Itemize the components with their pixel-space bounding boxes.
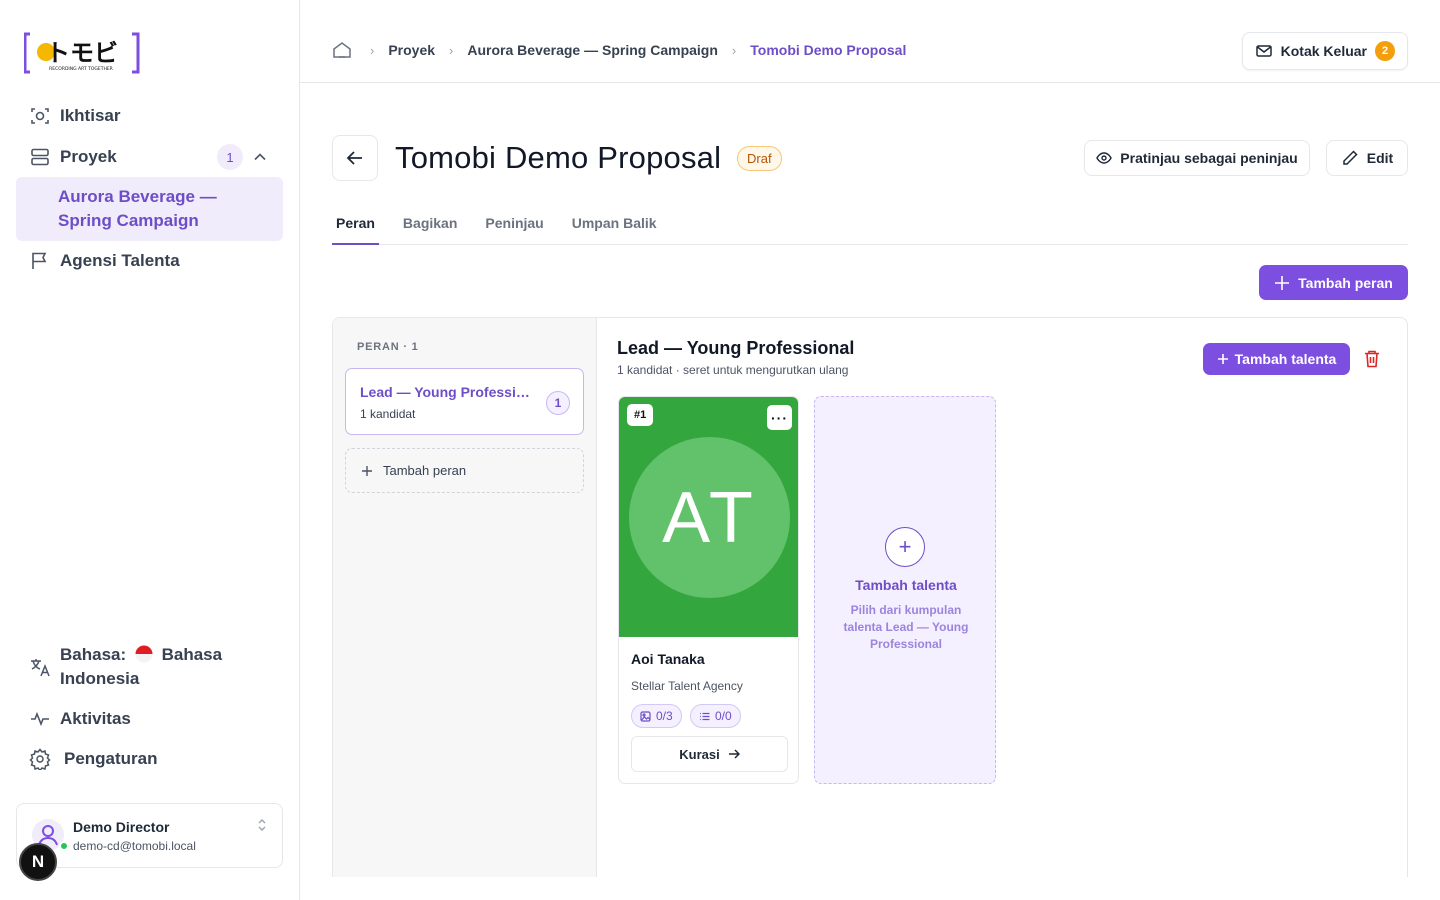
roles-header: PERAN · 1 bbox=[357, 341, 419, 353]
add-talent-button[interactable]: Tambah talenta bbox=[1203, 343, 1350, 375]
tab-feedback[interactable]: Umpan Balik bbox=[568, 213, 661, 245]
projects-count-badge: 1 bbox=[217, 144, 243, 170]
breadcrumb-current: Tomobi Demo Proposal bbox=[750, 42, 907, 58]
status-badge: Draf bbox=[737, 146, 782, 171]
add-talent-card-description: Pilih dari kumpulan talenta Lead — Young… bbox=[843, 603, 969, 651]
items-count: 0/0 bbox=[715, 709, 732, 723]
pencil-icon bbox=[1343, 150, 1358, 165]
role-count-badge: 1 bbox=[546, 391, 570, 415]
preview-as-reviewer-button[interactable]: Pratinjau sebagai peninjau bbox=[1084, 140, 1310, 176]
home-icon[interactable] bbox=[332, 40, 352, 60]
photos-count-chip: 0/3 bbox=[631, 704, 682, 728]
sidebar-subitem-active-project[interactable]: Aurora Beverage — Spring Campaign bbox=[16, 177, 283, 241]
edit-button[interactable]: Edit bbox=[1326, 140, 1408, 176]
sidebar-item-projects[interactable]: Proyek 1 bbox=[16, 144, 283, 170]
sidebar-item-label: Aktivitas bbox=[60, 709, 131, 728]
logo-text: トモビ bbox=[46, 39, 118, 67]
user-name: Demo Director bbox=[73, 819, 170, 835]
add-talent-label: Tambah talenta bbox=[1234, 351, 1337, 367]
sidebar: トモビ RECORDING ART TOGETHER Ikhtisar Proy… bbox=[0, 0, 300, 900]
online-status-dot bbox=[59, 841, 69, 851]
role-title: Lead — Young Professional bbox=[617, 338, 855, 358]
tab-share[interactable]: Bagikan bbox=[399, 213, 461, 245]
talent-initials-avatar: AT bbox=[629, 437, 790, 598]
breadcrumb-separator: › bbox=[731, 42, 737, 58]
sidebar-item-label: Proyek bbox=[60, 147, 117, 166]
chevron-up-icon[interactable] bbox=[253, 150, 267, 164]
add-talent-card-title: Tambah talenta bbox=[855, 577, 957, 593]
gear-icon bbox=[28, 747, 52, 771]
breadcrumb-separator: › bbox=[370, 42, 375, 58]
talent-name: Aoi Tanaka bbox=[631, 651, 705, 667]
language-prefix: Bahasa: bbox=[60, 645, 127, 664]
add-role-inline-button[interactable]: Tambah peran bbox=[345, 448, 584, 493]
activity-icon bbox=[28, 707, 52, 731]
curate-label: Kurasi bbox=[679, 746, 720, 762]
plus-icon bbox=[362, 465, 372, 476]
back-button[interactable] bbox=[332, 135, 378, 181]
talent-card[interactable]: AT #1 ··· Aoi Tanaka Stellar Talent Agen… bbox=[618, 396, 799, 784]
talent-photo: AT #1 ··· bbox=[619, 397, 798, 637]
role-subtitle: 1 kandidat · seret untuk mengurutkan ula… bbox=[617, 363, 849, 377]
plus-icon bbox=[1275, 275, 1290, 290]
arrow-left-icon bbox=[346, 151, 362, 165]
plus-circle-icon: + bbox=[885, 527, 925, 567]
add-role-button[interactable]: Tambah peran bbox=[1259, 265, 1408, 300]
eye-icon bbox=[1096, 152, 1113, 164]
trash-icon[interactable] bbox=[1363, 349, 1381, 369]
tab-bar: Peran Bagikan Peninjau Umpan Balik bbox=[332, 213, 1408, 245]
roles-list: PERAN · 1 Lead — Young Professional 1 ka… bbox=[333, 318, 597, 877]
translate-icon bbox=[28, 655, 52, 679]
sidebar-item-label: Agensi Talenta bbox=[60, 251, 180, 270]
projects-icon bbox=[28, 145, 52, 169]
tomobi-logo[interactable]: トモビ RECORDING ART TOGETHER bbox=[23, 32, 140, 74]
page-title: Tomobi Demo Proposal bbox=[395, 140, 722, 175]
roles-panel: PERAN · 1 Lead — Young Professional 1 ka… bbox=[332, 317, 1408, 877]
preview-label: Pratinjau sebagai peninjau bbox=[1120, 150, 1298, 166]
plus-icon bbox=[1217, 354, 1228, 364]
breadcrumb: › Proyek › Aurora Beverage — Spring Camp… bbox=[332, 40, 906, 60]
add-talent-card[interactable]: + Tambah talenta Pilih dari kumpulan tal… bbox=[814, 396, 996, 784]
next-dev-badge[interactable]: N bbox=[19, 843, 57, 881]
indonesia-flag-icon bbox=[135, 645, 153, 663]
top-bar: › Proyek › Aurora Beverage — Spring Camp… bbox=[300, 0, 1440, 83]
role-name: Lead — Young Professional bbox=[360, 384, 530, 400]
breadcrumb-projects[interactable]: Proyek bbox=[388, 42, 435, 58]
outbox-label: Kotak Keluar bbox=[1280, 43, 1367, 59]
chevron-updown-icon[interactable] bbox=[256, 817, 268, 833]
role-candidate-count: 1 kandidat bbox=[360, 407, 416, 421]
add-role-inline-label: Tambah peran bbox=[383, 463, 467, 478]
overview-icon bbox=[28, 104, 52, 128]
image-icon bbox=[640, 710, 651, 722]
photos-count: 0/3 bbox=[656, 709, 673, 723]
talent-agency: Stellar Talent Agency bbox=[631, 679, 743, 693]
outbox-count-badge: 2 bbox=[1375, 41, 1395, 61]
sidebar-item-label: Pengaturan bbox=[64, 749, 158, 768]
arrow-right-icon bbox=[728, 749, 740, 759]
add-role-label: Tambah peran bbox=[1298, 274, 1393, 291]
outbox-button[interactable]: Kotak Keluar 2 bbox=[1241, 32, 1408, 70]
tab-roles[interactable]: Peran bbox=[332, 213, 379, 245]
breadcrumb-project[interactable]: Aurora Beverage — Spring Campaign bbox=[467, 42, 718, 58]
items-count-chip: 0/0 bbox=[690, 704, 741, 728]
flag-icon bbox=[28, 249, 52, 273]
sidebar-item-overview[interactable]: Ikhtisar bbox=[16, 104, 283, 128]
sidebar-item-label: Ikhtisar bbox=[60, 106, 121, 125]
sidebar-item-activity[interactable]: Aktivitas bbox=[16, 707, 283, 731]
logo-tagline: RECORDING ART TOGETHER bbox=[49, 66, 113, 72]
curate-button[interactable]: Kurasi bbox=[631, 736, 788, 772]
mail-icon bbox=[1255, 45, 1272, 57]
role-item[interactable]: Lead — Young Professional 1 kandidat 1 bbox=[345, 368, 584, 435]
sidebar-item-settings[interactable]: Pengaturan bbox=[16, 747, 283, 771]
sidebar-item-talent-agencies[interactable]: Agensi Talenta bbox=[16, 249, 283, 273]
more-options-button[interactable]: ··· bbox=[767, 405, 792, 430]
talent-rank-badge: #1 bbox=[627, 404, 654, 426]
breadcrumb-separator: › bbox=[449, 42, 454, 58]
user-email: demo-cd@tomobi.local bbox=[73, 839, 196, 853]
tab-reviewers[interactable]: Peninjau bbox=[481, 213, 547, 245]
list-icon bbox=[700, 712, 710, 720]
edit-label: Edit bbox=[1366, 150, 1394, 166]
language-switcher[interactable]: Bahasa: Bahasa Indonesia bbox=[16, 643, 283, 691]
